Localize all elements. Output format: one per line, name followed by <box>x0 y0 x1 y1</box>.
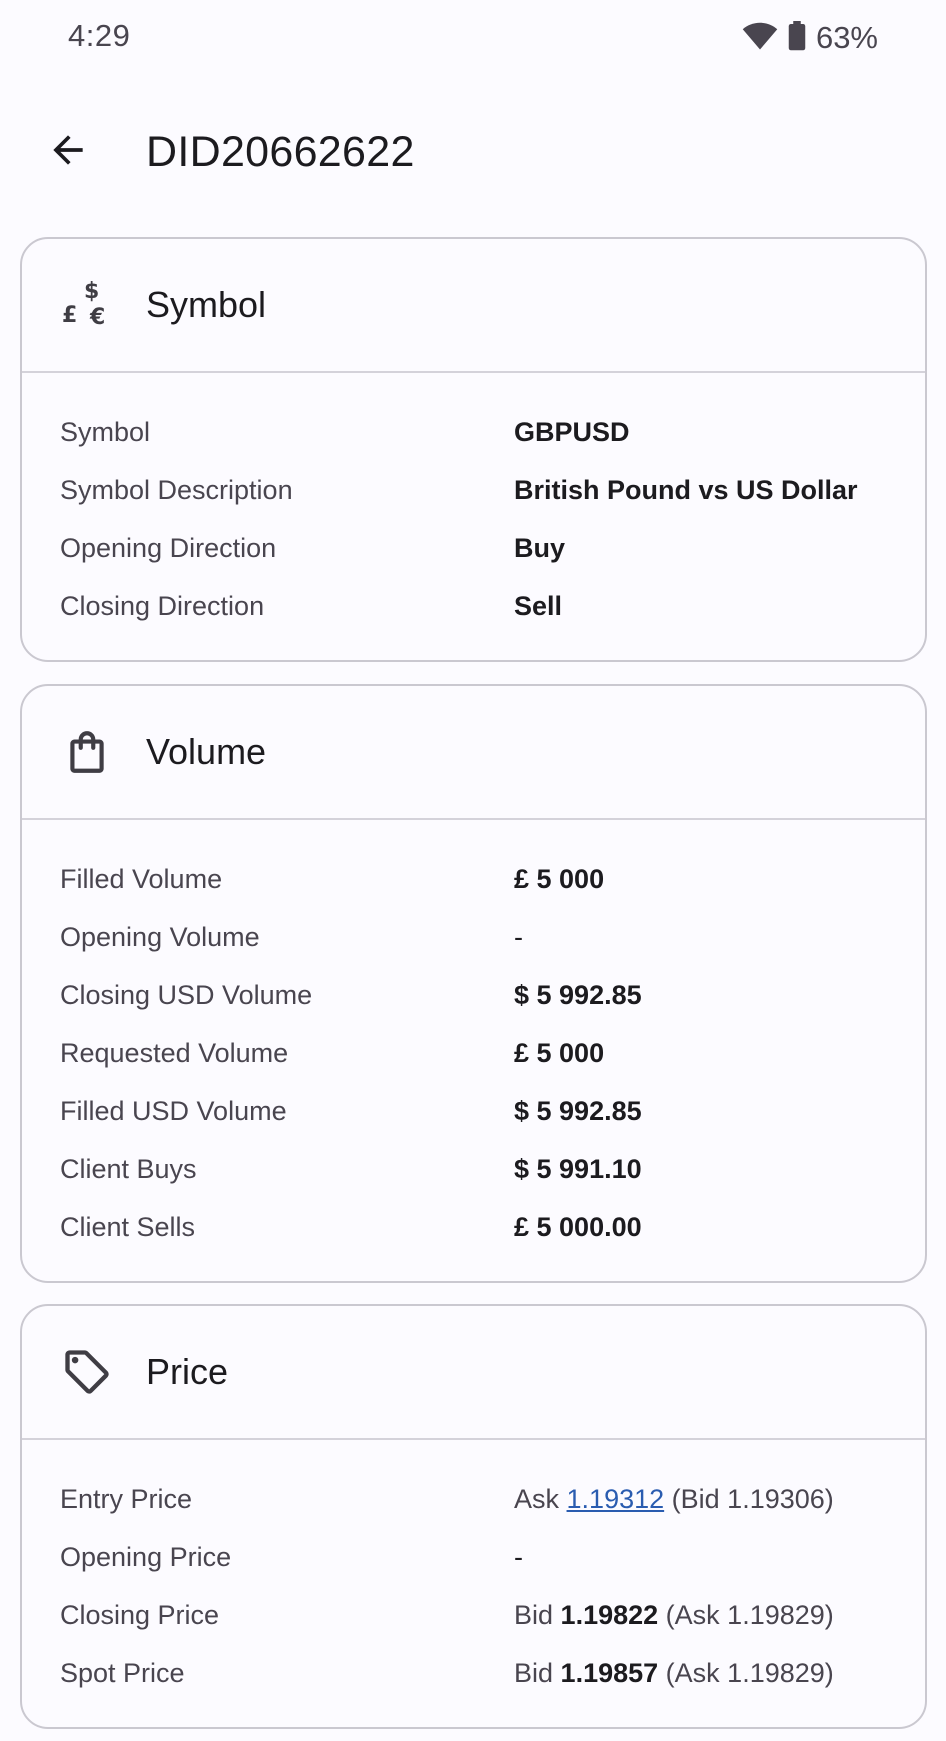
arrow-back-icon <box>46 128 90 177</box>
svg-text:€: € <box>89 305 105 330</box>
row-value: Bid 1.19822 (Ask 1.19829) <box>514 1600 834 1631</box>
row-label: Entry Price <box>60 1484 193 1514</box>
price-counter-quote: (Ask 1.19829) <box>665 1658 834 1688</box>
battery-icon <box>788 20 806 56</box>
row-value: Buy <box>514 533 566 563</box>
row-value: Sell <box>514 591 563 621</box>
row-opening-direction: Opening Direction Buy <box>22 525 925 583</box>
wifi-icon <box>742 21 778 56</box>
svg-text:$: $ <box>84 279 99 304</box>
row-label: Spot Price <box>60 1658 185 1688</box>
currency-exchange-icon: $ £ € <box>58 276 116 334</box>
row-client-buys: Client Buys $ 5 991.10 <box>22 1146 925 1204</box>
row-value: $ 5 992.85 <box>514 980 642 1010</box>
row-filled-usd-volume: Filled USD Volume $ 5 992.85 <box>22 1088 925 1146</box>
price-counter-quote: (Ask 1.19829) <box>665 1600 834 1630</box>
tag-icon <box>58 1343 116 1401</box>
battery-percentage: 63% <box>815 20 878 55</box>
row-filled-volume: Filled Volume £ 5 000 <box>22 856 925 914</box>
price-main-value: 1.19822 <box>560 1600 659 1630</box>
row-label: Opening Volume <box>60 922 260 952</box>
row-value: £ 5 000 <box>514 864 605 894</box>
row-value: British Pound vs US Dollar <box>514 475 858 505</box>
row-value: GBPUSD <box>514 417 630 447</box>
row-symbol: Symbol GBPUSD <box>22 409 925 467</box>
price-card-body: Entry Price Ask 1.19312 (Bid 1.19306) Op… <box>22 1440 925 1708</box>
row-entry-price: Entry Price Ask 1.19312 (Bid 1.19306) <box>22 1476 925 1534</box>
row-value: £ 5 000 <box>514 1038 605 1068</box>
volume-card-title: Volume <box>146 731 267 772</box>
row-label: Client Buys <box>60 1154 197 1184</box>
row-label: Closing Price <box>60 1600 220 1630</box>
price-side-label: Bid <box>514 1658 554 1688</box>
row-label: Opening Price <box>60 1542 232 1572</box>
row-spot-price: Spot Price Bid 1.19857 (Ask 1.19829) <box>22 1650 925 1708</box>
row-value: Ask 1.19312 (Bid 1.19306) <box>514 1484 834 1515</box>
price-counter-quote: (Bid 1.19306) <box>671 1484 834 1514</box>
row-value: £ 5 000.00 <box>514 1212 642 1242</box>
page-title: DID20662622 <box>146 128 415 176</box>
entry-price-link[interactable]: 1.19312 <box>567 1484 665 1514</box>
row-value: $ 5 992.85 <box>514 1096 642 1126</box>
symbol-card-title: Symbol <box>146 284 267 325</box>
row-closing-direction: Closing Direction Sell <box>22 583 925 641</box>
row-label: Symbol <box>60 417 151 447</box>
status-bar: 4:29 63% <box>0 0 946 78</box>
price-card: Price Entry Price Ask 1.19312 (Bid 1.193… <box>20 1304 927 1729</box>
svg-text:£: £ <box>62 303 77 328</box>
row-value: $ 5 991.10 <box>514 1154 642 1184</box>
row-label: Symbol Description <box>60 475 293 505</box>
price-card-header: Price <box>22 1306 925 1440</box>
row-label: Opening Direction <box>60 533 277 563</box>
row-closing-usd-volume: Closing USD Volume $ 5 992.85 <box>22 972 925 1030</box>
row-client-sells: Client Sells £ 5 000.00 <box>22 1204 925 1262</box>
volume-card: Volume Filled Volume £ 5 000 Opening Vol… <box>20 684 927 1283</box>
row-opening-price: Opening Price - <box>22 1534 925 1592</box>
row-value: - <box>514 922 523 952</box>
row-closing-price: Closing Price Bid 1.19822 (Ask 1.19829) <box>22 1592 925 1650</box>
top-app-bar: DID20662622 <box>0 100 946 204</box>
symbol-card: $ £ € Symbol Symbol GBPUSD Symbol Descri… <box>20 237 927 662</box>
row-label: Requested Volume <box>60 1038 289 1068</box>
price-card-title: Price <box>146 1351 229 1392</box>
status-time: 4:29 <box>68 18 131 53</box>
row-label: Closing USD Volume <box>60 980 313 1010</box>
price-side-label: Bid <box>514 1600 554 1630</box>
row-value: - <box>514 1542 523 1572</box>
row-opening-volume: Opening Volume - <box>22 914 925 972</box>
row-label: Filled USD Volume <box>60 1096 287 1126</box>
status-icons: 63% <box>742 18 878 58</box>
volume-card-body: Filled Volume £ 5 000 Opening Volume - C… <box>22 820 925 1262</box>
back-button[interactable] <box>36 120 100 184</box>
row-label: Closing Direction <box>60 591 265 621</box>
shopping-bag-icon <box>58 723 116 781</box>
row-requested-volume: Requested Volume £ 5 000 <box>22 1030 925 1088</box>
row-label: Filled Volume <box>60 864 223 894</box>
symbol-card-header: $ £ € Symbol <box>22 239 925 373</box>
row-symbol-description: Symbol Description British Pound vs US D… <box>22 467 925 525</box>
price-main-value: 1.19857 <box>560 1658 659 1688</box>
row-value: Bid 1.19857 (Ask 1.19829) <box>514 1658 834 1689</box>
volume-card-header: Volume <box>22 686 925 820</box>
row-label: Client Sells <box>60 1212 196 1242</box>
symbol-card-body: Symbol GBPUSD Symbol Description British… <box>22 373 925 641</box>
price-side-label: Ask <box>514 1484 560 1514</box>
